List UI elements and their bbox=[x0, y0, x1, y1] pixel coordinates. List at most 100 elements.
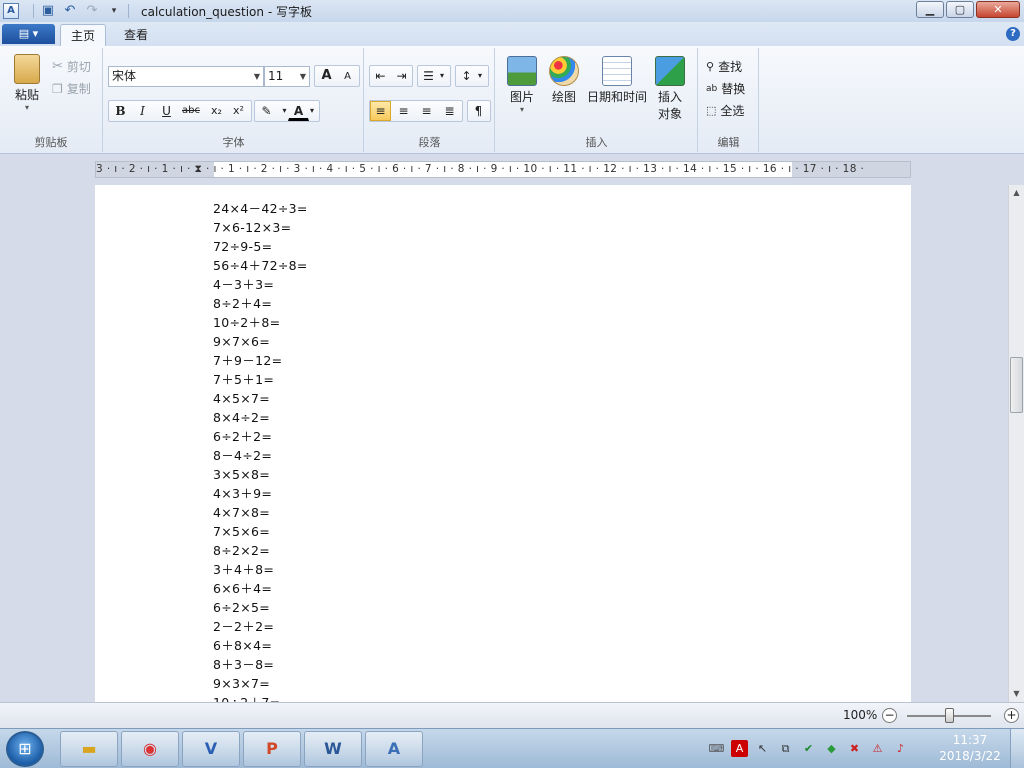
replace-button[interactable]: ab 替换 bbox=[706, 80, 745, 97]
wordpad-icon[interactable]: A bbox=[3, 3, 19, 19]
text-line[interactable]: 10÷2＋8= bbox=[213, 313, 308, 332]
text-line[interactable]: 8×4÷2= bbox=[213, 408, 308, 427]
text-line[interactable]: 6＋8×4= bbox=[213, 636, 308, 655]
adobe-icon[interactable]: A bbox=[731, 740, 748, 757]
find-button[interactable]: ⚲ 查找 bbox=[706, 58, 742, 75]
close-button[interactable]: ✕ bbox=[976, 1, 1020, 18]
text-line[interactable]: 4×5×7= bbox=[213, 389, 308, 408]
zoom-in-icon[interactable]: + bbox=[1004, 708, 1019, 723]
text-line[interactable]: 7＋5＋1= bbox=[213, 370, 308, 389]
blocked-icon[interactable]: ✖ bbox=[846, 740, 863, 757]
system-clock[interactable]: 11:37 2018/3/22 bbox=[938, 732, 1002, 764]
insert-object-button[interactable]: 插入 对象 bbox=[650, 56, 690, 122]
superscript-button[interactable]: x² bbox=[228, 101, 249, 121]
word-icon[interactable]: W bbox=[304, 731, 362, 767]
scroll-up-icon[interactable]: ▲ bbox=[1009, 185, 1024, 201]
cut-button[interactable]: ✂ 剪切 bbox=[52, 58, 91, 75]
text-line[interactable]: 72÷9-5= bbox=[213, 237, 308, 256]
strikethrough-button[interactable]: abc bbox=[178, 101, 204, 121]
shrink-font-button[interactable]: A bbox=[337, 67, 358, 87]
text-line[interactable]: 8－4÷2= bbox=[213, 446, 308, 465]
select-all-button[interactable]: ⬚ 全选 bbox=[706, 102, 744, 119]
text-line[interactable]: 2－2＋2= bbox=[213, 617, 308, 636]
decrease-indent-icon[interactable]: ⇤ bbox=[370, 66, 391, 86]
visio-icon[interactable]: V bbox=[182, 731, 240, 767]
text-line[interactable]: 6×6＋4= bbox=[213, 579, 308, 598]
text-line[interactable]: 8÷2＋4= bbox=[213, 294, 308, 313]
keyboard-icon[interactable]: ⌨ bbox=[708, 740, 725, 757]
save-icon[interactable]: ▣ bbox=[40, 3, 56, 19]
volume-muted-icon[interactable]: ♪ bbox=[892, 740, 909, 757]
text-line[interactable]: 9×7×6= bbox=[213, 332, 308, 351]
tab-view[interactable]: 查看 bbox=[116, 24, 156, 46]
align-right-icon[interactable]: ≡ bbox=[416, 101, 437, 121]
tab-home[interactable]: 主页 bbox=[60, 24, 106, 46]
text-line[interactable]: 7＋9－12= bbox=[213, 351, 308, 370]
undo-icon[interactable]: ↶ bbox=[62, 3, 78, 19]
text-line[interactable]: 4－3＋3= bbox=[213, 275, 308, 294]
underline-button[interactable]: U bbox=[156, 101, 177, 121]
minimize-button[interactable]: ▁ bbox=[916, 1, 944, 18]
text-line[interactable]: 7×6-12×3= bbox=[213, 218, 308, 237]
align-left-icon[interactable]: ≡ bbox=[370, 101, 391, 121]
paragraph-settings-icon[interactable]: ¶ bbox=[468, 101, 489, 121]
wordpad-taskbar-icon[interactable]: A bbox=[365, 731, 423, 767]
text-line[interactable]: 56÷4＋72÷8= bbox=[213, 256, 308, 275]
paste-dropdown-icon[interactable]: ▾ bbox=[6, 103, 48, 112]
horizontal-ruler[interactable]: 3 · ı · 2 · ı · 1 · ı · ⧗ · ı · 1 · ı · … bbox=[95, 161, 911, 178]
redo-icon[interactable]: ↷ bbox=[84, 3, 100, 19]
text-line[interactable]: 6÷2×5= bbox=[213, 598, 308, 617]
text-line[interactable]: 8÷2×2= bbox=[213, 541, 308, 560]
paint-drawing-button[interactable]: 绘图 bbox=[544, 56, 584, 105]
grow-font-button[interactable]: A bbox=[316, 66, 337, 86]
text-line[interactable]: 8＋3－8= bbox=[213, 655, 308, 674]
text-line[interactable]: 3＋4＋8= bbox=[213, 560, 308, 579]
maximize-button[interactable]: ▢ bbox=[946, 1, 974, 18]
font-family-select[interactable]: 宋体 ▼ bbox=[108, 66, 264, 87]
text-line[interactable]: 9×3×7= bbox=[213, 674, 308, 693]
cursor-icon[interactable]: ↖ bbox=[754, 740, 771, 757]
paragraph-group-label: 段落 bbox=[418, 136, 441, 149]
network-disconnected-icon[interactable]: ⚠ bbox=[869, 740, 886, 757]
help-icon[interactable]: ? bbox=[1006, 27, 1020, 41]
copy-button[interactable]: ❐ 复制 bbox=[52, 80, 91, 97]
text-line[interactable]: 10÷2＋7= bbox=[213, 693, 308, 702]
chevron-down-icon[interactable]: ▾ bbox=[306, 101, 318, 121]
subscript-button[interactable]: x₂ bbox=[206, 101, 227, 121]
vertical-scrollbar[interactable]: ▲ ▼ bbox=[1008, 185, 1024, 702]
increase-indent-icon[interactable]: ⇥ bbox=[391, 66, 412, 86]
text-line[interactable]: 4×3＋9= bbox=[213, 484, 308, 503]
italic-button[interactable]: I bbox=[132, 101, 153, 121]
align-center-icon[interactable]: ≡ bbox=[393, 101, 414, 121]
chrome-icon[interactable]: ◉ bbox=[121, 731, 179, 767]
document-page[interactable]: 24×4－42÷3= 7×6-12×3= 72÷9-5= 56÷4＋72÷8= 4－3＋… bbox=[95, 185, 911, 702]
bold-button[interactable]: B bbox=[110, 101, 131, 121]
explorer-icon[interactable]: ▬ bbox=[60, 731, 118, 767]
text-line[interactable]: 6÷2＋2= bbox=[213, 427, 308, 446]
justify-icon[interactable]: ≣ bbox=[439, 101, 460, 121]
text-line[interactable]: 24×4－42÷3= bbox=[213, 199, 308, 218]
green-diamond-icon[interactable]: ◆ bbox=[823, 740, 840, 757]
text-line[interactable]: 4×7×8= bbox=[213, 503, 308, 522]
paste-button[interactable]: 粘贴 ▾ bbox=[6, 54, 48, 112]
network-device-icon[interactable]: ⧉ bbox=[777, 740, 794, 757]
file-menu-button[interactable]: ▤ ▾ bbox=[2, 24, 55, 44]
chevron-down-icon[interactable]: ▾ bbox=[435, 66, 449, 86]
customize-qat-icon[interactable]: ▾ bbox=[106, 3, 122, 19]
insert-picture-button[interactable]: 图片 ▾ bbox=[502, 56, 542, 114]
zoom-out-icon[interactable]: − bbox=[882, 708, 897, 723]
text-line[interactable]: 3×5×8= bbox=[213, 465, 308, 484]
text-line[interactable]: 7×5×6= bbox=[213, 522, 308, 541]
chevron-down-icon[interactable]: ▾ bbox=[473, 66, 487, 86]
powerpoint-icon[interactable]: P bbox=[243, 731, 301, 767]
scrollbar-thumb[interactable] bbox=[1010, 357, 1023, 413]
windows-start-icon[interactable]: ⊞ bbox=[6, 731, 44, 767]
ribbon: 粘贴 ▾ ✂ 剪切 ❐ 复制 剪贴板 宋体 ▼ 11 ▼ A A B I U a… bbox=[0, 46, 1024, 154]
scroll-down-icon[interactable]: ▼ bbox=[1009, 686, 1024, 702]
font-size-select[interactable]: 11 ▼ bbox=[264, 66, 310, 87]
security-check-icon[interactable]: ✔ bbox=[800, 740, 817, 757]
document-text[interactable]: 24×4－42÷3= 7×6-12×3= 72÷9-5= 56÷4＋72÷8= 4－3＋… bbox=[213, 199, 308, 702]
show-desktop-button[interactable] bbox=[1010, 729, 1024, 768]
zoom-slider-thumb[interactable] bbox=[945, 708, 954, 723]
insert-datetime-button[interactable]: 日期和时间 bbox=[586, 56, 648, 105]
